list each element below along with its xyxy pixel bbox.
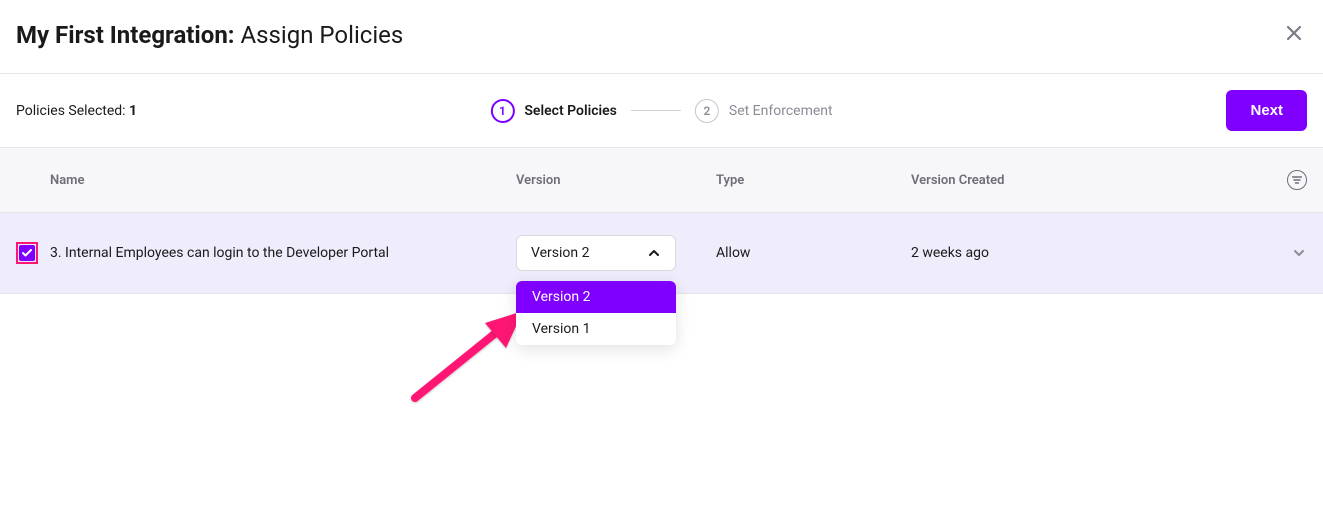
next-button[interactable]: Next <box>1226 90 1307 131</box>
dialog-title: My First Integration: Assign Policies <box>16 21 403 49</box>
step-connector <box>631 110 681 111</box>
row-checkbox-cell <box>16 242 50 264</box>
wizard-stepper: 1 Select Policies 2 Set Enforcement <box>490 99 832 123</box>
title-prefix: My First Integration: <box>16 21 235 49</box>
chevron-down-icon[interactable] <box>1291 245 1307 261</box>
row-name: 3. Internal Employees can login to the D… <box>50 245 516 261</box>
col-type-header[interactable]: Type <box>716 173 911 188</box>
selected-count-text: Policies Selected: 1 <box>16 103 137 119</box>
row-checkbox[interactable] <box>16 242 38 264</box>
row-version-cell: Version 2 Version 2 Version 1 <box>516 235 716 271</box>
step-1-label: Select Policies <box>524 103 617 119</box>
step-1-circle: 1 <box>490 99 514 123</box>
close-button[interactable] <box>1281 20 1307 49</box>
version-dropdown: Version 2 Version 1 <box>516 281 676 345</box>
col-version-header[interactable]: Version <box>516 173 716 188</box>
close-icon <box>1285 24 1303 42</box>
row-expand-cell <box>1267 245 1307 261</box>
row-created: 2 weeks ago <box>911 245 1267 261</box>
row-type: Allow <box>716 245 911 261</box>
toolbar: Policies Selected: 1 1 Select Policies 2… <box>0 74 1323 148</box>
checkbox-checked-icon <box>19 245 35 261</box>
selected-label: Policies Selected: <box>16 103 129 119</box>
version-select-trigger[interactable]: Version 2 <box>516 235 676 271</box>
step-1[interactable]: 1 Select Policies <box>490 99 617 123</box>
version-selected-value: Version 2 <box>531 245 589 261</box>
filter-button[interactable] <box>1287 170 1307 190</box>
step-2-circle: 2 <box>695 99 719 123</box>
table-header: Name Version Type Version Created <box>0 148 1323 213</box>
title-suffix: Assign Policies <box>235 21 404 49</box>
step-2-label: Set Enforcement <box>729 103 833 119</box>
annotation-arrow <box>395 298 535 408</box>
filter-icon <box>1292 176 1302 184</box>
col-name-header[interactable]: Name <box>50 173 516 188</box>
chevron-up-icon <box>647 246 661 260</box>
step-2[interactable]: 2 Set Enforcement <box>695 99 833 123</box>
dialog-header: My First Integration: Assign Policies <box>0 0 1323 74</box>
version-select[interactable]: Version 2 Version 2 Version 1 <box>516 235 676 271</box>
version-option-1[interactable]: Version 2 <box>516 281 676 313</box>
col-action-header <box>1267 170 1307 190</box>
table-row[interactable]: 3. Internal Employees can login to the D… <box>0 213 1323 294</box>
col-created-header[interactable]: Version Created <box>911 173 1267 188</box>
version-option-2[interactable]: Version 1 <box>516 313 676 345</box>
selected-count: 1 <box>129 103 137 119</box>
